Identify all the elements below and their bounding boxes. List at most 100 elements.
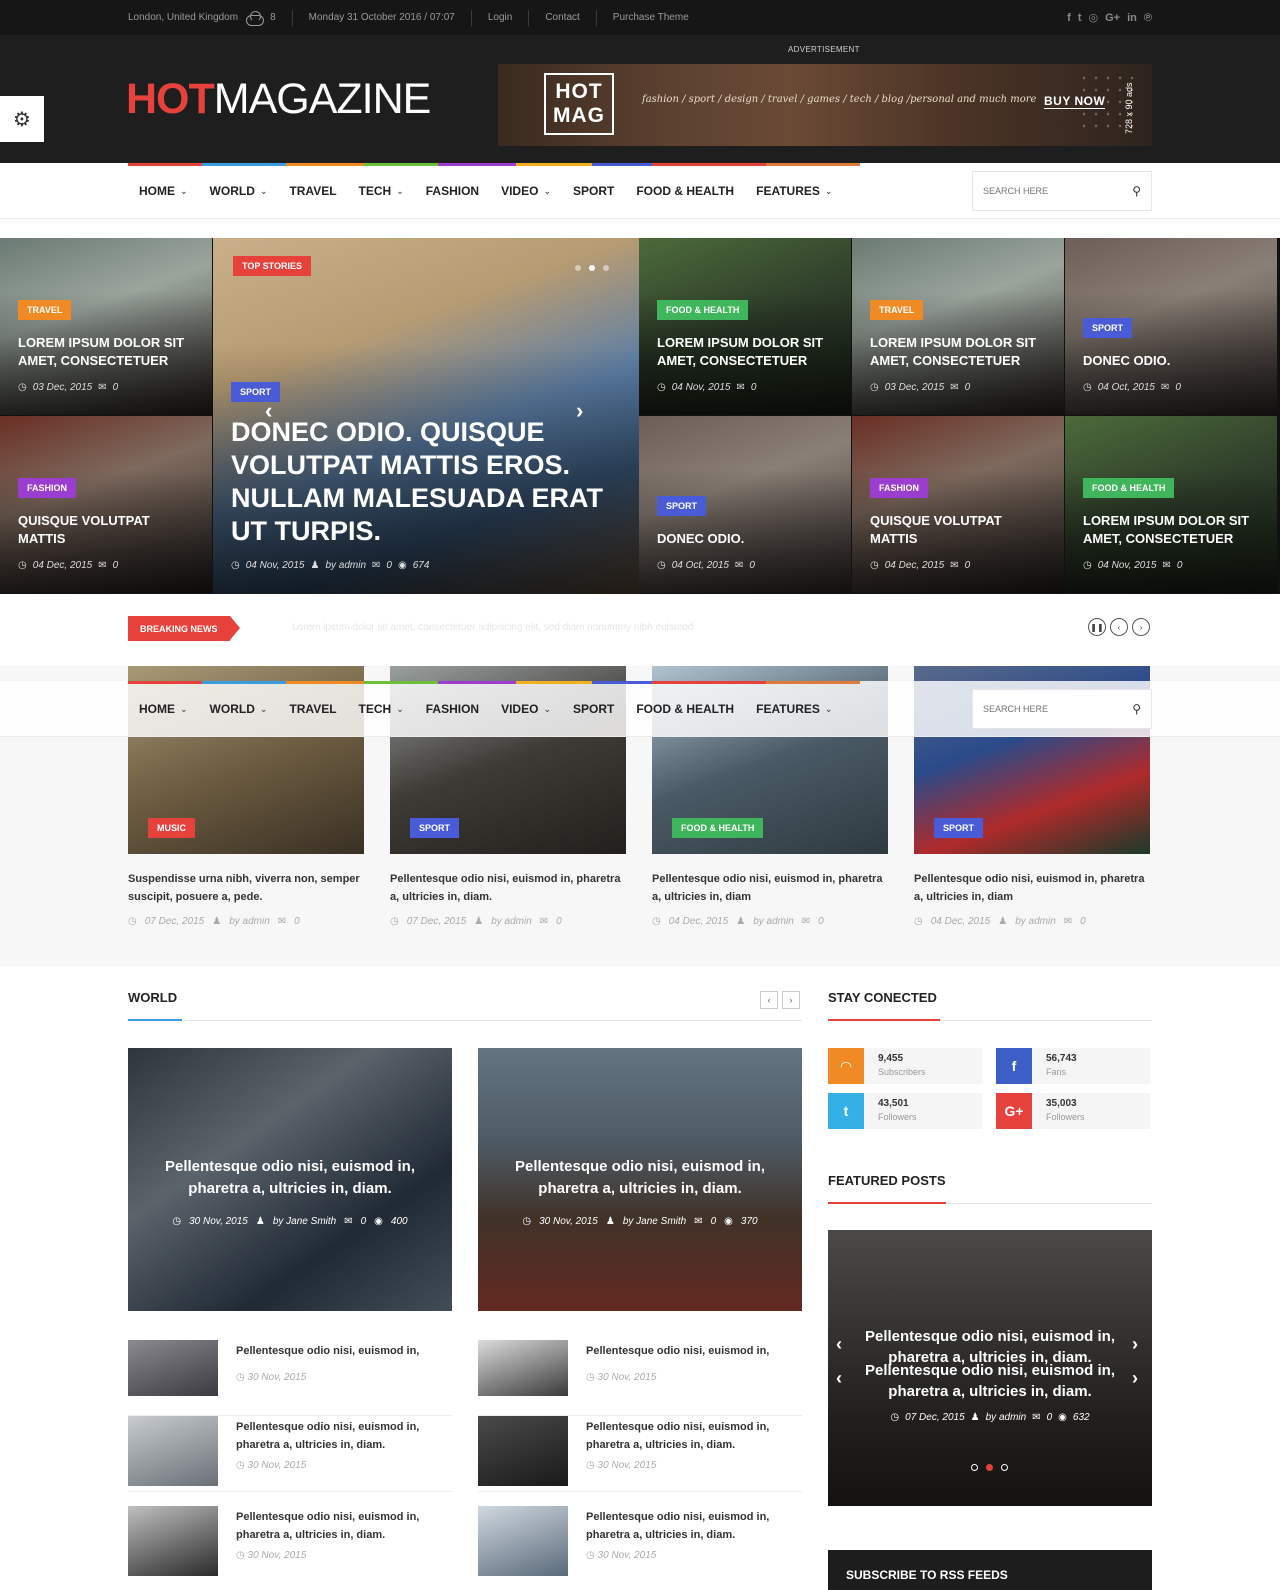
small-post[interactable]: Pellentesque odio nisi, euismod in, ◷ 30…: [478, 1340, 802, 1416]
settings-button[interactable]: ⚙: [0, 96, 44, 142]
chevron-left-icon[interactable]: ‹: [836, 1334, 842, 1355]
dot[interactable]: [603, 265, 609, 271]
small-post-thumbnail[interactable]: [478, 1416, 568, 1486]
nav-item-travel[interactable]: TRAVEL: [278, 184, 347, 198]
tile-title[interactable]: LOREM IPSUM DOLOR SIT AMET, CONSECTETUER: [657, 334, 837, 370]
hero-tile[interactable]: FASHION QUISQUE VOLUTPAT MATTIS ◷ 04 Dec,…: [852, 416, 1064, 593]
nav-item-world[interactable]: WORLD ⌄: [199, 702, 279, 716]
linkedin-icon[interactable]: in: [1127, 12, 1137, 24]
featured-slider[interactable]: Pellentesque odio nisi, euismod in, phar…: [828, 1230, 1152, 1506]
small-post[interactable]: Pellentesque odio nisi, euismod in, phar…: [128, 1416, 452, 1492]
twitter-icon[interactable]: t: [828, 1093, 864, 1129]
hero-tile[interactable]: FOOD & HEALTH LOREM IPSUM DOLOR SIT AMET…: [639, 238, 851, 415]
small-post-thumbnail[interactable]: [478, 1340, 568, 1396]
social-counter[interactable]: ◠ 9,455 Subscribers: [828, 1048, 982, 1084]
post-title[interactable]: Suspendisse urna nibh, viverra non, semp…: [128, 870, 364, 906]
featured-title[interactable]: Pellentesque odio nisi, euismod in, phar…: [848, 1360, 1132, 1402]
nav-item-sport[interactable]: SPORT: [562, 184, 625, 198]
search-icon[interactable]: ⚲: [1132, 184, 1141, 198]
small-post-thumbnail[interactable]: [128, 1506, 218, 1576]
tile-title[interactable]: LOREM IPSUM DOLOR SIT AMET, CONSECTETUER: [1083, 512, 1263, 548]
hero-category-badge[interactable]: SPORT: [231, 382, 281, 402]
nav-item-video[interactable]: VIDEO ⌄: [490, 702, 562, 716]
tile-title[interactable]: DONEC ODIO.: [657, 530, 837, 548]
hero-tile[interactable]: FOOD & HEALTH LOREM IPSUM DOLOR SIT AMET…: [1065, 416, 1277, 593]
twitter-icon[interactable]: t: [1078, 12, 1082, 24]
hero-main-title[interactable]: DONEC ODIO. QUISQUE VOLUTPAT MATTIS EROS…: [231, 416, 611, 548]
dot-active[interactable]: [986, 1464, 993, 1471]
category-badge[interactable]: FOOD & HEALTH: [1083, 478, 1175, 498]
hero-tile[interactable]: FASHION QUISQUE VOLUTPAT MATTIS ◷ 04 Dec,…: [0, 416, 212, 593]
dot-active[interactable]: [589, 265, 595, 271]
ad-banner[interactable]: HOT MAG fashion / sport / design / trave…: [498, 64, 1152, 146]
category-badge[interactable]: TRAVEL: [18, 300, 72, 320]
chevron-left-icon[interactable]: ‹: [836, 1368, 842, 1389]
nav-item-fashion[interactable]: FASHION: [415, 702, 490, 716]
category-badge[interactable]: TRAVEL: [870, 300, 924, 320]
category-badge[interactable]: FOOD & HEALTH: [672, 818, 764, 838]
dot[interactable]: [575, 265, 581, 271]
post-title[interactable]: Pellentesque odio nisi, euismod in, phar…: [914, 870, 1150, 906]
chevron-right-icon[interactable]: ›: [1132, 618, 1150, 636]
tile-title[interactable]: LOREM IPSUM DOLOR SIT AMET, CONSECTETUER: [870, 334, 1050, 370]
chevron-right-icon[interactable]: ›: [1132, 1368, 1138, 1389]
small-post-title[interactable]: Pellentesque odio nisi, euismod in,: [236, 1342, 446, 1360]
search-icon[interactable]: ⚲: [1132, 702, 1141, 716]
small-post-title[interactable]: Pellentesque odio nisi, euismod in, phar…: [236, 1418, 446, 1454]
search-input[interactable]: [983, 704, 1113, 714]
nav-item-features[interactable]: FEATURES ⌄: [745, 184, 843, 198]
hero-tile[interactable]: TRAVEL LOREM IPSUM DOLOR SIT AMET, CONSE…: [852, 238, 1064, 415]
instagram-icon[interactable]: ◎: [1089, 11, 1099, 24]
post-title[interactable]: Pellentesque odio nisi, euismod in, phar…: [390, 870, 626, 906]
chevron-right-icon[interactable]: ›: [1132, 1334, 1138, 1355]
small-post-thumbnail[interactable]: [478, 1506, 568, 1576]
hero-tile[interactable]: SPORT DONEC ODIO. ◷ 04 Oct, 2015 ✉ 0: [639, 416, 851, 593]
nav-item-sport[interactable]: SPORT: [562, 702, 625, 716]
nav-item-travel[interactable]: TRAVEL: [278, 702, 347, 716]
category-badge[interactable]: FASHION: [18, 478, 77, 498]
tile-title[interactable]: LOREM IPSUM DOLOR SIT AMET, CONSECTETUER: [18, 334, 198, 370]
nav-item-home[interactable]: HOME ⌄: [128, 702, 199, 716]
category-badge[interactable]: FASHION: [870, 478, 929, 498]
hero-tile[interactable]: SPORT DONEC ODIO. ◷ 04 Oct, 2015 ✉ 0: [1065, 238, 1277, 415]
nav-item-food-health[interactable]: FOOD & HEALTH: [625, 184, 745, 198]
category-badge[interactable]: SPORT: [1083, 318, 1133, 338]
nav-item-food-health[interactable]: FOOD & HEALTH: [625, 702, 745, 716]
small-post-title[interactable]: Pellentesque odio nisi, euismod in,: [586, 1342, 796, 1360]
pause-icon[interactable]: ❚❚: [1088, 618, 1106, 636]
category-badge[interactable]: SPORT: [934, 818, 984, 838]
chevron-right-icon[interactable]: ›: [782, 991, 800, 1009]
small-post[interactable]: Pellentesque odio nisi, euismod in, ◷ 30…: [128, 1340, 452, 1416]
googleplus-icon[interactable]: G+: [1105, 12, 1120, 24]
search-input[interactable]: [983, 186, 1113, 196]
top-stories-badge[interactable]: TOP STORIES: [233, 256, 312, 276]
small-post-title[interactable]: Pellentesque odio nisi, euismod in, phar…: [586, 1508, 796, 1544]
social-counter[interactable]: t 43,501 Followers: [828, 1093, 982, 1129]
big-post-title[interactable]: Pellentesque odio nisi, euismod in, phar…: [148, 1156, 432, 1200]
small-post[interactable]: Pellentesque odio nisi, euismod in, phar…: [128, 1506, 452, 1576]
post-title[interactable]: Pellentesque odio nisi, euismod in, phar…: [652, 870, 888, 906]
world-big-post[interactable]: Pellentesque odio nisi, euismod in, phar…: [478, 1048, 802, 1311]
buy-now-link[interactable]: BUY NOW: [1044, 94, 1106, 109]
small-post-thumbnail[interactable]: [128, 1340, 218, 1396]
social-counter[interactable]: G+ 35,003 Followers: [996, 1093, 1150, 1129]
chevron-left-icon[interactable]: ‹: [1110, 618, 1128, 636]
big-post-title[interactable]: Pellentesque odio nisi, euismod in, phar…: [498, 1156, 782, 1200]
hero-tile[interactable]: TRAVEL LOREM IPSUM DOLOR SIT AMET, CONSE…: [0, 238, 212, 415]
small-post-thumbnail[interactable]: [128, 1416, 218, 1486]
tile-title[interactable]: DONEC ODIO.: [1083, 352, 1263, 370]
rss-icon[interactable]: ◠: [828, 1048, 864, 1084]
nav-item-tech[interactable]: TECH ⌄: [348, 184, 415, 198]
world-big-post[interactable]: Pellentesque odio nisi, euismod in, phar…: [128, 1048, 452, 1311]
googleplus-icon[interactable]: G+: [996, 1093, 1032, 1129]
dot[interactable]: [971, 1464, 978, 1471]
small-post-title[interactable]: Pellentesque odio nisi, euismod in, phar…: [236, 1508, 446, 1544]
category-badge[interactable]: SPORT: [410, 818, 460, 838]
tile-title[interactable]: QUISQUE VOLUTPAT MATTIS: [870, 512, 1050, 548]
site-logo[interactable]: HOTMAGAZINE: [126, 75, 431, 123]
hero-main-slide[interactable]: TOP STORIES SPORT ‹ › DONEC ODIO. QUISQU…: [213, 238, 639, 594]
category-badge[interactable]: SPORT: [657, 496, 707, 516]
nav-item-tech[interactable]: TECH ⌄: [348, 702, 415, 716]
breaking-news-ticker[interactable]: Lorem ipsum dolor sit amet, consectetuer…: [292, 622, 693, 633]
small-post[interactable]: Pellentesque odio nisi, euismod in, phar…: [478, 1416, 802, 1492]
